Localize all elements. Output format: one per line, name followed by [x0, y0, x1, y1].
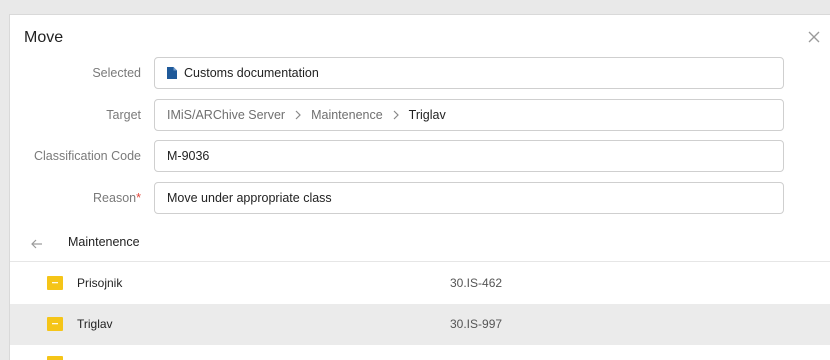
target-breadcrumb[interactable]: IMiS/ARChive Server Maintenence Triglav — [154, 99, 784, 131]
document-icon — [167, 67, 177, 79]
folder-icon — [47, 356, 63, 360]
close-icon[interactable] — [806, 29, 822, 45]
reason-row: Reason* — [10, 182, 830, 214]
dialog-title: Move — [24, 29, 64, 46]
classification-code-field[interactable] — [154, 140, 784, 172]
selected-value: Customs documentation — [184, 66, 319, 80]
arrow-left-icon[interactable] — [30, 237, 44, 251]
selected-row: Selected Customs documentation — [10, 57, 830, 89]
required-mark: * — [136, 191, 141, 205]
reason-label-text: Reason — [93, 191, 137, 205]
target-row: Target IMiS/ARChive Server Maintenence T… — [10, 99, 830, 131]
list-item-triglav[interactable]: Triglav 30.IS-997 — [10, 304, 830, 345]
breadcrumb-item-triglav[interactable]: Triglav — [409, 108, 446, 122]
list-item-code: 30.IS-997 — [450, 317, 503, 331]
list-item-prisojnik[interactable]: Prisojnik 30.IS-462 — [10, 263, 830, 304]
classification-code-input[interactable] — [167, 149, 767, 163]
list-item-code: 30.IS-462 — [450, 276, 503, 290]
classification-code-row: Classification Code — [10, 140, 830, 172]
breadcrumb-item-maintenence[interactable]: Maintenence — [311, 108, 383, 122]
chevron-right-icon — [393, 110, 399, 120]
reason-input[interactable] — [167, 191, 767, 205]
folder-icon — [47, 276, 63, 290]
chevron-right-icon — [295, 110, 301, 120]
list-item-name: Triglav — [77, 317, 113, 331]
target-label: Target — [106, 108, 141, 122]
classification-code-label: Classification Code — [34, 149, 141, 163]
folder-nav: Maintenence — [10, 227, 830, 262]
move-dialog: Move Selected Customs documentation Targ… — [9, 14, 830, 360]
reason-label: Reason* — [93, 182, 141, 214]
current-folder-title: Maintenence — [68, 235, 140, 249]
list-item-partial[interactable] — [10, 343, 830, 360]
folder-icon — [47, 317, 63, 331]
reason-field[interactable] — [154, 182, 784, 214]
list-item-name: Prisojnik — [77, 276, 123, 290]
breadcrumb-item-server[interactable]: IMiS/ARChive Server — [167, 108, 285, 122]
selected-label: Selected — [92, 66, 141, 80]
selected-field: Customs documentation — [154, 57, 784, 89]
